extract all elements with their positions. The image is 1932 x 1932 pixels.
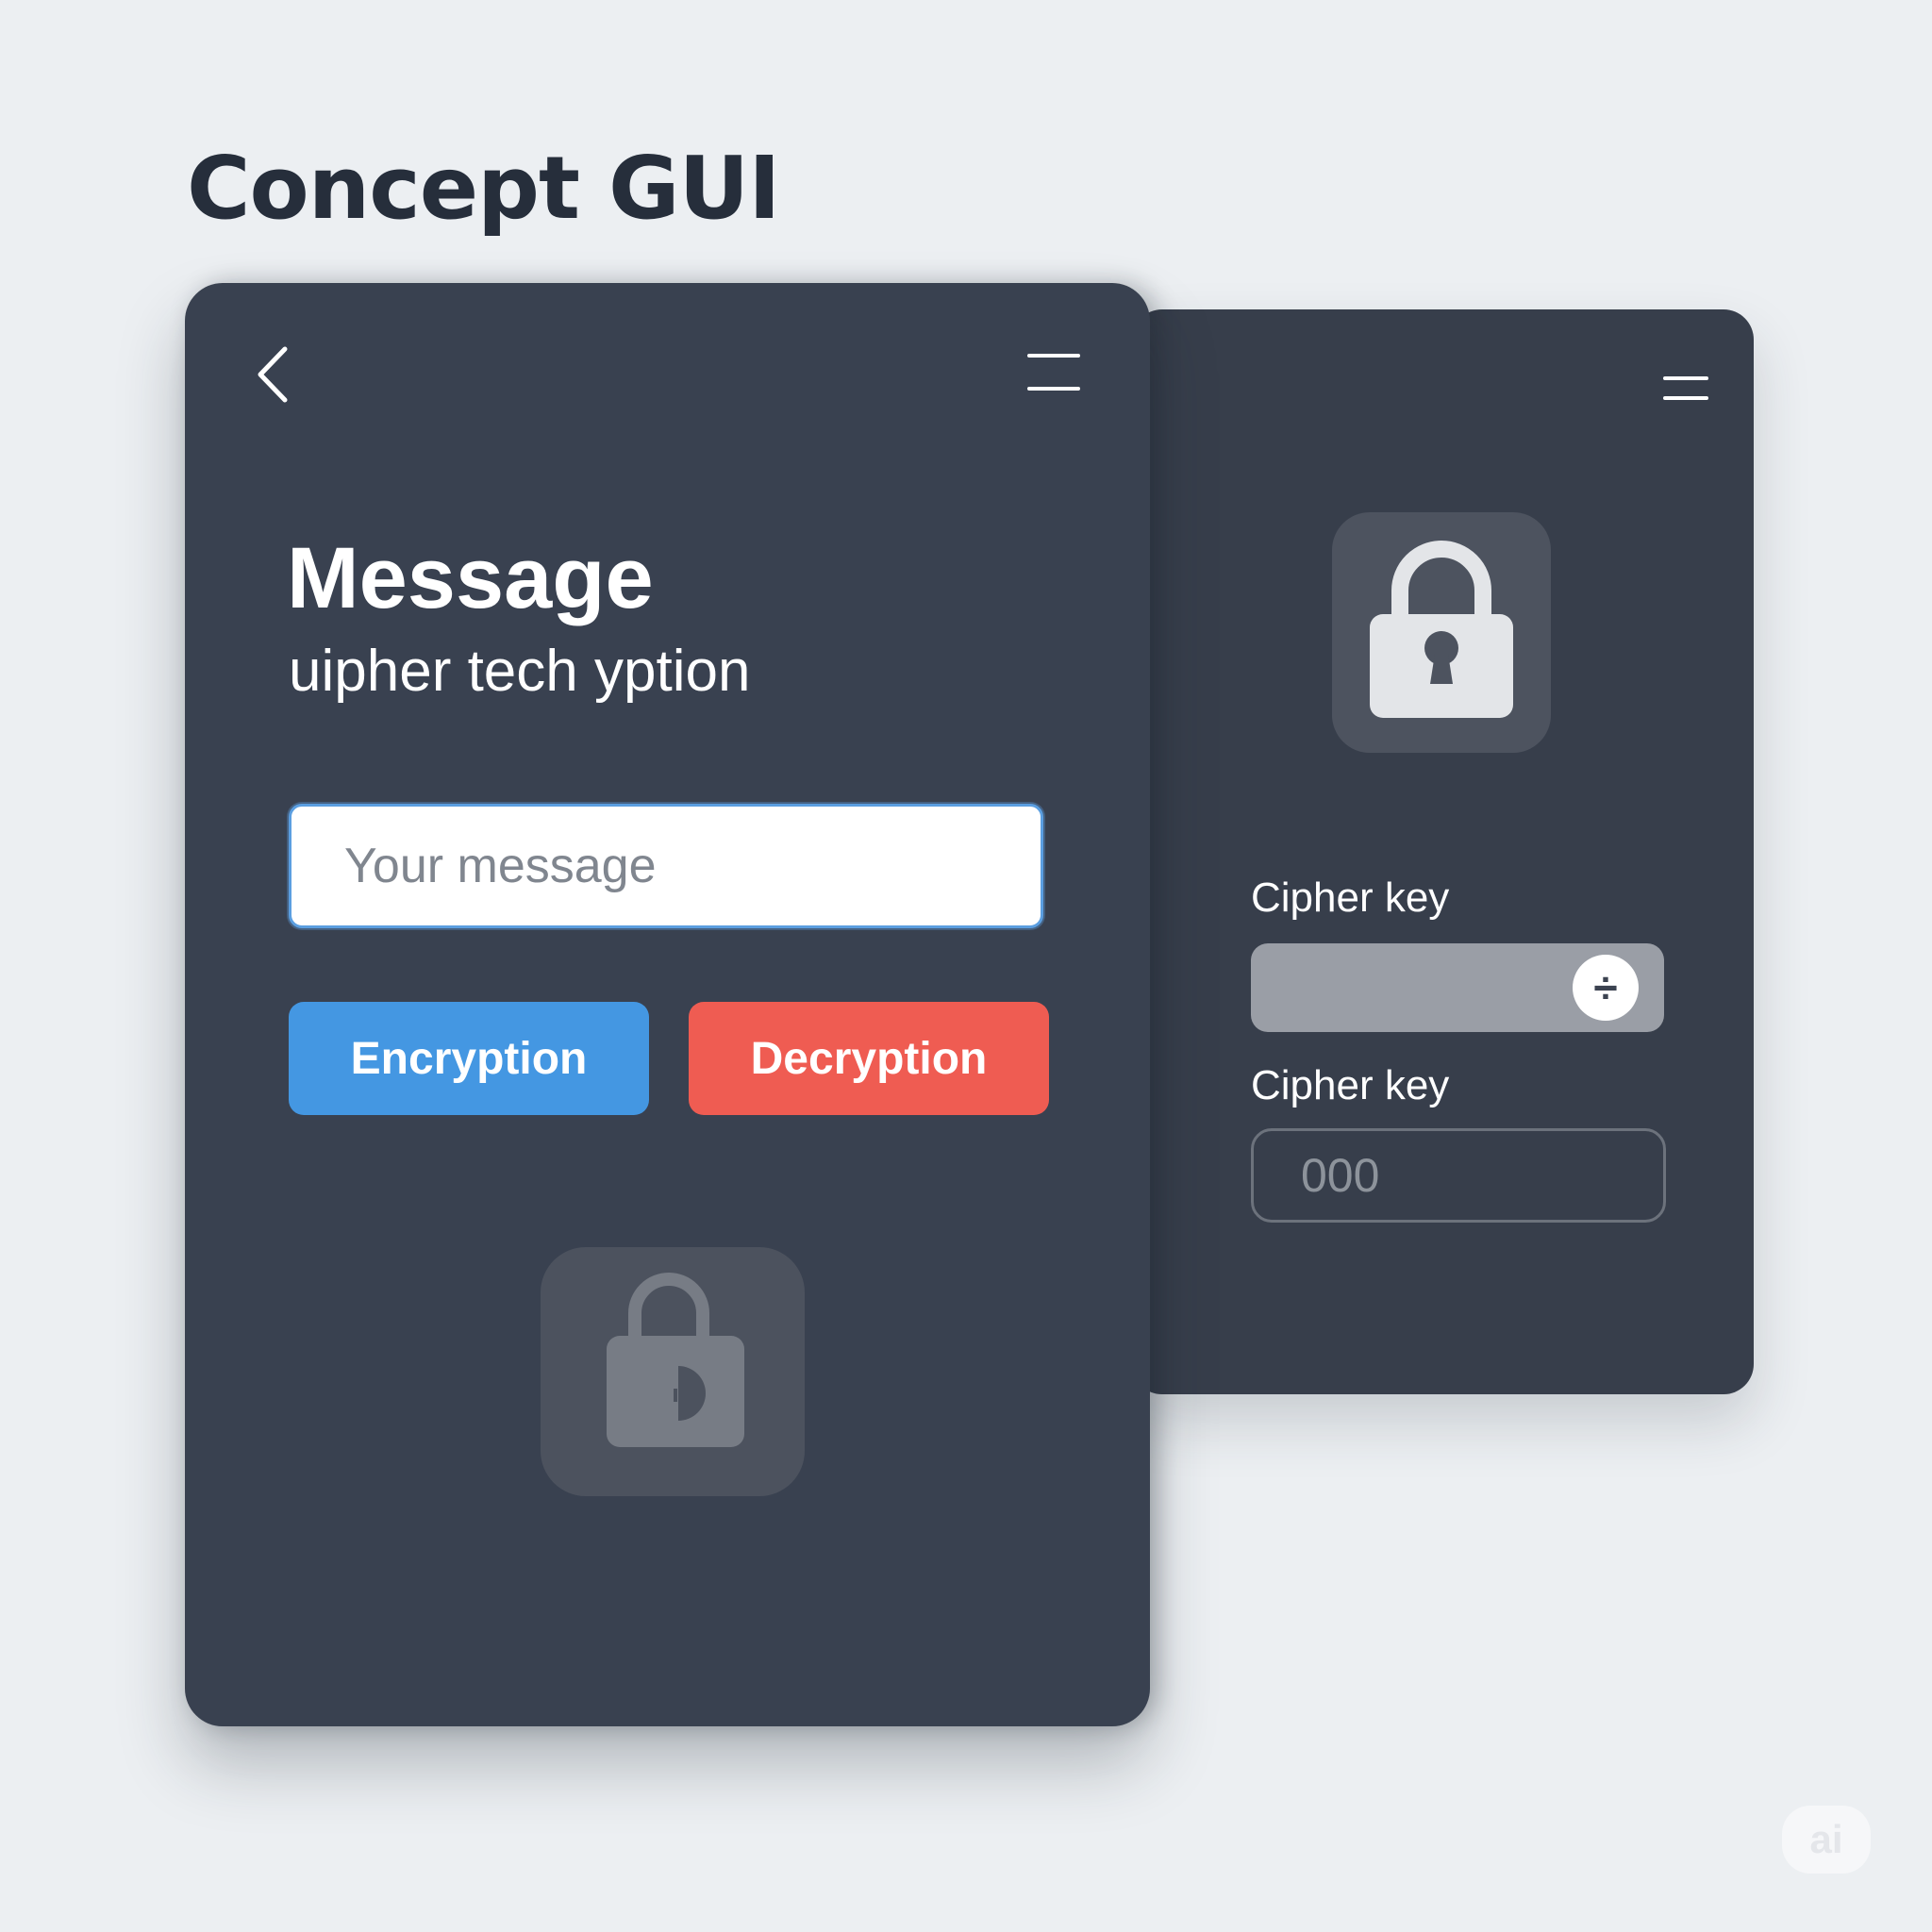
panel-subtitle: uipher tech yption (289, 639, 751, 704)
menu-button[interactable] (1026, 351, 1081, 398)
cipher-key-slider[interactable]: ÷ (1251, 943, 1664, 1032)
hamburger-menu-icon (1663, 376, 1708, 400)
panel-title: Message (287, 530, 654, 626)
cipher-key-input[interactable] (1251, 1128, 1666, 1223)
menu-button[interactable] (1662, 366, 1709, 409)
decryption-button[interactable]: Decryption (689, 1002, 1049, 1115)
hamburger-menu-icon (1027, 354, 1080, 391)
padlock-icon (1370, 541, 1513, 718)
chevron-left-icon (258, 346, 288, 403)
message-panel: Message uipher tech yption Encryption De… (185, 283, 1150, 1726)
cipher-key-panel: Cipher key ÷ Cipher key (1132, 309, 1754, 1394)
page-heading: Concept GUI (187, 138, 780, 239)
back-button[interactable] (249, 341, 302, 408)
encryption-button[interactable]: Encryption (289, 1002, 649, 1115)
slider-knob[interactable]: ÷ (1573, 955, 1639, 1021)
cipher-key-label-2: Cipher key (1251, 1062, 1450, 1108)
lock-tile (1332, 512, 1551, 753)
lock-tile (541, 1247, 805, 1496)
message-input[interactable] (289, 804, 1043, 928)
padlock-icon (607, 1273, 744, 1447)
cipher-key-label: Cipher key (1251, 874, 1450, 921)
watermark-badge: ai (1782, 1806, 1871, 1874)
